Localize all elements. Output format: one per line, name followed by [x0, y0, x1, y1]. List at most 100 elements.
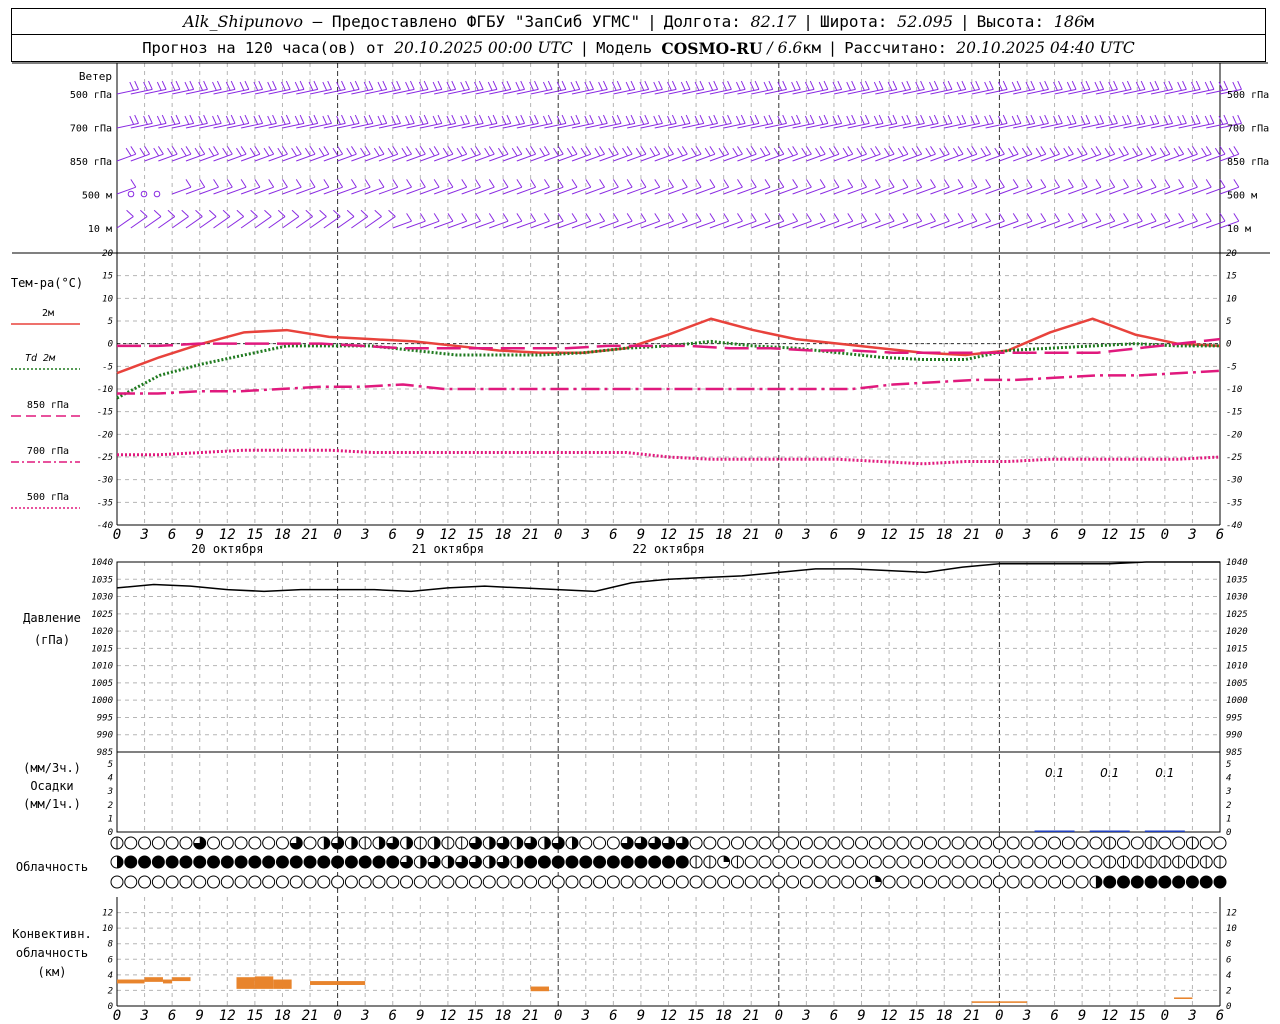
cloud-symbol-ring [813, 836, 827, 850]
wind-barb [957, 179, 978, 195]
wind-barb-feather [1182, 114, 1187, 124]
wind-barb-feather [487, 115, 493, 125]
cloud-symbol [565, 855, 579, 869]
cloud-symbol-ring [248, 875, 262, 889]
cloud-symbol-ring [124, 875, 138, 889]
cloud-symbol [207, 855, 221, 869]
wind-barb-feather [709, 213, 716, 222]
cloud-symbol-ring [1048, 836, 1062, 850]
wind-barb-feather [161, 80, 167, 90]
convective-tick-label: 6 [108, 955, 113, 965]
wind-barb [516, 179, 537, 195]
wind-barb-feather [272, 114, 277, 124]
cloud-symbol-ring [262, 875, 276, 889]
wind-barb-feather [216, 114, 222, 124]
cloud-symbol [1158, 875, 1172, 889]
wind-barb-feather [346, 147, 353, 157]
wind-barb-feather [144, 146, 151, 155]
wind-barb-feather [571, 179, 578, 188]
wind-barb-feather [129, 115, 135, 125]
convective-tick-label: 10 [102, 924, 113, 934]
hour-tick-label: 9 [1078, 527, 1086, 543]
wind-barb-feather [625, 115, 631, 125]
wind-barb [268, 146, 288, 162]
wind-barb-feather [511, 147, 518, 157]
cloud-symbol-ring [386, 875, 400, 889]
wind-barb-feather [1044, 80, 1049, 90]
cloud-symbol [358, 875, 372, 889]
cloud-symbol [1075, 855, 1089, 869]
temperature-tick-label: -5 [102, 362, 113, 372]
wind-barb-feather [239, 81, 245, 91]
wind-barb-feather [1140, 114, 1146, 124]
wind-barb-feather [599, 179, 605, 188]
wind-barb-feather [1154, 114, 1160, 124]
wind-barb-feather [599, 146, 605, 155]
cloud-symbol-ring [1075, 836, 1089, 850]
wind-barb-feather [792, 146, 799, 155]
pressure-tick-label: 1000 [91, 696, 113, 706]
cloud-symbol [979, 875, 993, 889]
wind-barb-feather [892, 80, 898, 90]
cloud-symbol [179, 875, 193, 889]
wind-barb-feather [640, 146, 647, 155]
wind-barb-feather [658, 114, 663, 124]
wind-barb-feather [851, 114, 856, 124]
wind-barb-feather [432, 81, 438, 91]
wind-barb-feather [267, 81, 272, 91]
wind-barb-feather [433, 213, 440, 222]
date-label: 21 октября [412, 542, 484, 556]
cloud-symbol [275, 855, 289, 869]
wind-barb-feather [1233, 179, 1240, 188]
precip-tick-label: 2 [108, 801, 113, 811]
cloud-symbol [468, 836, 482, 850]
convective-tick-label: 4 [1226, 971, 1231, 981]
cloud-symbol [855, 836, 869, 850]
cloud-symbol-full [262, 855, 276, 869]
cloud-symbol-ring [882, 875, 896, 889]
cloud-symbol [730, 855, 744, 869]
cloud-symbol-ring [979, 836, 993, 850]
cloud-symbol-half [406, 837, 413, 849]
cloud-symbol [358, 836, 372, 850]
wind-barb-feather [625, 81, 631, 91]
wind-barb-feather [368, 114, 374, 124]
convective-tick-label: 8 [108, 940, 113, 950]
cloud-symbol [124, 836, 138, 850]
wind-barb [433, 213, 454, 229]
wind-barb-feather [975, 114, 981, 124]
longitude-value: 82.17 [750, 12, 797, 31]
wind-barb-feather [291, 209, 300, 217]
precip-tick-label: 3 [107, 787, 113, 797]
cloud-symbol-ring [799, 855, 813, 869]
hour-tick-label: 0 [554, 1008, 562, 1024]
pressure-tick-label: 1040 [1226, 558, 1248, 568]
cloud-symbol [799, 855, 813, 869]
wind-barb-feather [180, 147, 187, 157]
cloud-symbol [758, 855, 772, 869]
wind-barb [571, 179, 592, 195]
wind-barb-feather [195, 209, 203, 217]
wind-barb [1068, 179, 1088, 195]
wind-barb-feather [737, 146, 743, 155]
cloud-symbol-full [648, 855, 662, 869]
wind-barb [1150, 179, 1171, 195]
convective-bar [236, 977, 255, 989]
wind-barb-feather [685, 80, 691, 90]
wind-barb-feather [723, 146, 730, 155]
wind-barb-feather [1054, 179, 1060, 188]
pressure-tick-label: 1025 [1226, 610, 1248, 620]
cloud-symbol [1130, 836, 1144, 850]
wind-barb-feather [561, 80, 567, 90]
wind-barb-feather [902, 213, 909, 222]
wind-title: Ветер [79, 70, 112, 83]
wind-barb-feather [1150, 213, 1157, 222]
cloud-symbol-full [193, 855, 207, 869]
wind-barb-feather [1233, 146, 1240, 155]
cloud-symbol [634, 836, 648, 850]
forecast-info-bar: Прогноз на 120 часа(ов) от 20.10.2025 00… [11, 35, 1266, 62]
wind-barb-feather [754, 80, 760, 90]
wind-barb-feather [806, 213, 812, 222]
wind-barb-feather [1035, 147, 1042, 157]
hour-tick-label: 6 [389, 1008, 397, 1024]
